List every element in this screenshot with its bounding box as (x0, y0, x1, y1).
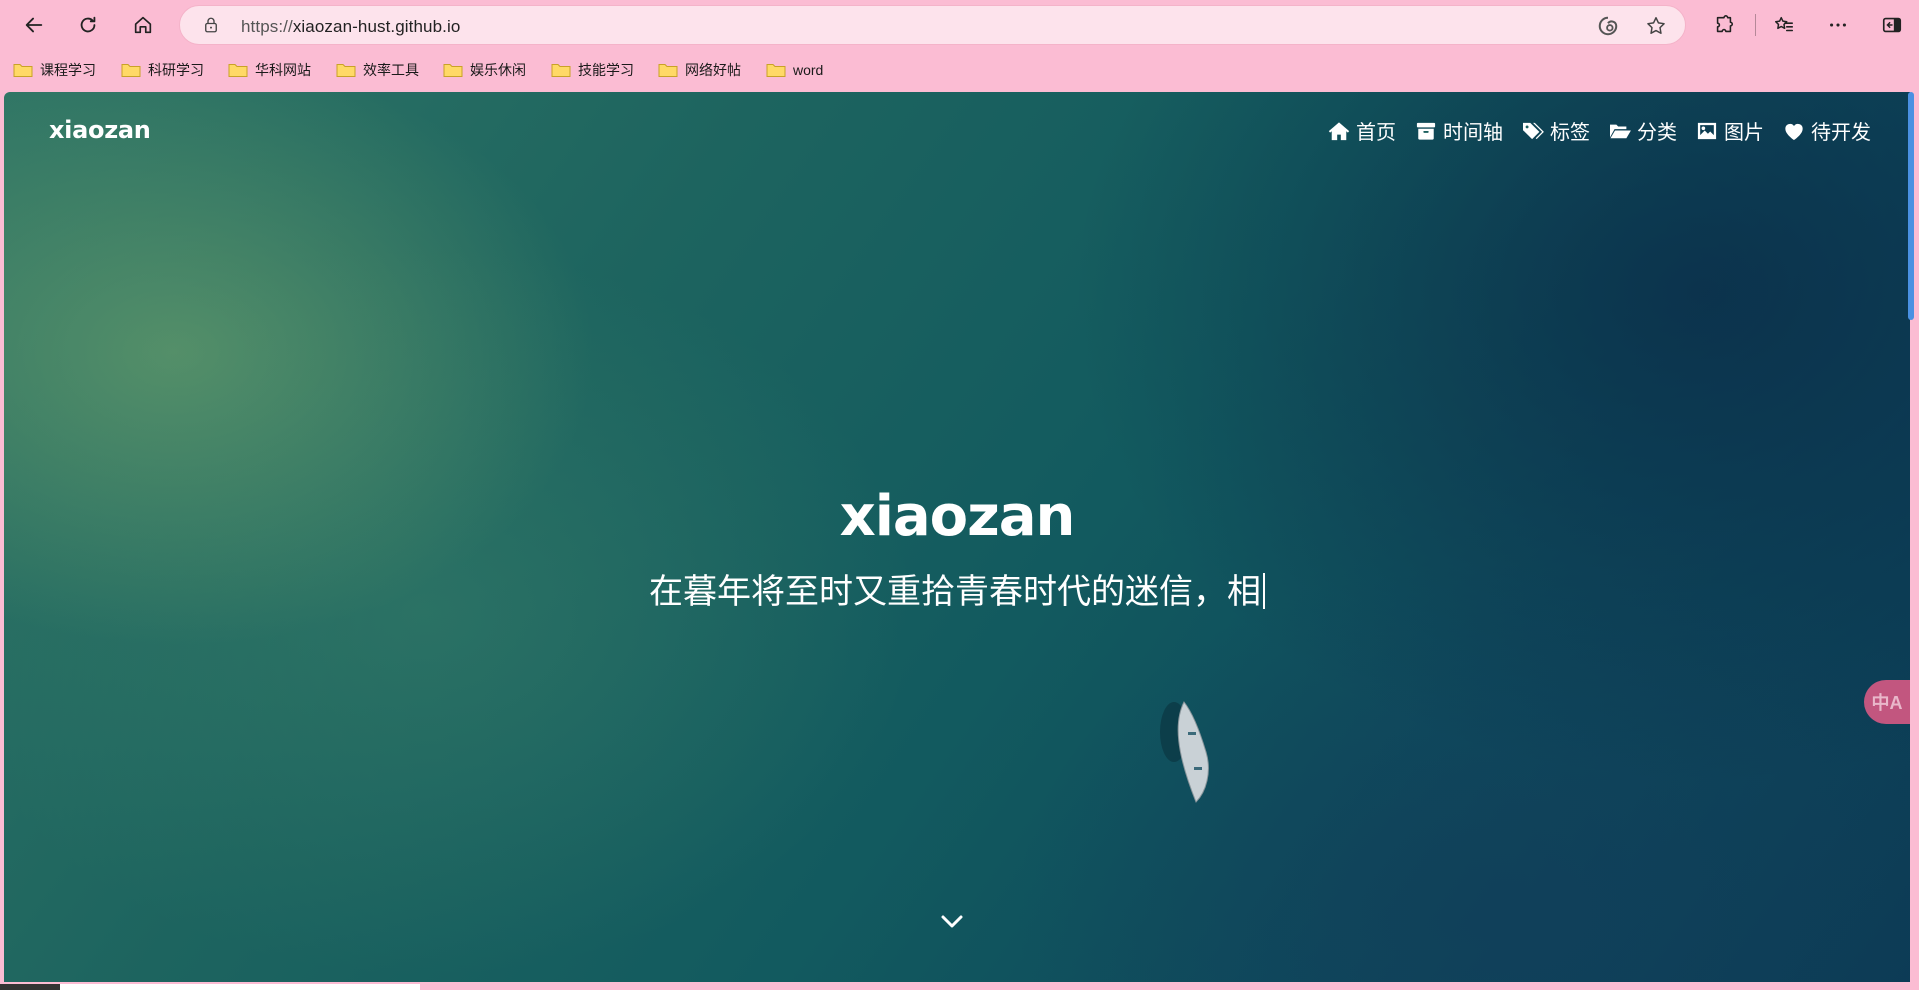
nav-label: 图片 (1724, 122, 1764, 144)
favorites-list-icon (1775, 16, 1794, 32)
sidebar-toggle-button[interactable] (1876, 9, 1908, 41)
bookmark-folder[interactable]: 效率工具 (336, 59, 419, 81)
bookmark-folder[interactable]: 课程学习 (13, 59, 96, 81)
favorites-button[interactable] (1768, 9, 1800, 41)
nav-label: 时间轴 (1443, 122, 1503, 144)
folder-icon (228, 64, 248, 77)
folder-icon (443, 64, 463, 77)
bookmark-folder[interactable]: 华科网站 (228, 59, 311, 81)
bottom-progress-strip (0, 982, 1919, 990)
back-arrow-icon (25, 17, 43, 33)
nav-label: 首页 (1356, 122, 1396, 144)
bookmark-folder[interactable]: word (766, 59, 823, 81)
address-bar[interactable]: https://xiaozan-hust.github.io (179, 5, 1686, 45)
nav-categories[interactable]: 分类 (1609, 116, 1677, 145)
copilot-icon[interactable] (1597, 15, 1619, 37)
bookmark-label: 科研学习 (148, 62, 204, 78)
bookmark-label: 华科网站 (255, 62, 311, 78)
nav-label: 分类 (1637, 122, 1677, 144)
heart-icon (1785, 123, 1803, 140)
typing-caret (1263, 573, 1265, 609)
hero-subtitle: 在暮年将至时又重拾青春时代的迷信，相 (4, 564, 1910, 613)
refresh-icon (80, 16, 96, 33)
folder-icon (551, 64, 571, 77)
puzzle-icon (1716, 15, 1734, 33)
bookmarks-bar: 课程学习 科研学习 华科网站 效率工具 娱乐休闲 技能学习 网络好帖 word (0, 50, 1919, 88)
archive-icon (1416, 122, 1436, 140)
back-button[interactable] (18, 9, 50, 41)
translate-button[interactable]: 中A (1864, 680, 1910, 724)
image-icon (1697, 122, 1717, 139)
lock-icon[interactable] (202, 16, 220, 34)
tags-icon (1523, 122, 1544, 139)
url-text[interactable]: https://xiaozan-hust.github.io (241, 17, 460, 37)
bookmark-label: 娱乐休闲 (470, 62, 526, 78)
home-button[interactable] (127, 9, 159, 41)
boat-image (1160, 701, 1209, 803)
folder-icon (121, 64, 141, 77)
folder-icon (336, 64, 356, 77)
bookmark-folder[interactable]: 科研学习 (121, 59, 204, 81)
nav-tags[interactable]: 标签 (1522, 116, 1590, 145)
bookmark-label: 课程学习 (40, 62, 96, 78)
page-scrollbar[interactable] (1908, 92, 1914, 320)
bookmark-label: word (793, 62, 824, 78)
nav-home[interactable]: 首页 (1328, 116, 1396, 145)
extensions-button[interactable] (1708, 9, 1740, 41)
sidebar-icon (1882, 17, 1902, 33)
bookmark-label: 技能学习 (578, 62, 634, 78)
bookmark-folder[interactable]: 技能学习 (551, 59, 634, 81)
scroll-down-chevron-icon[interactable] (940, 914, 964, 930)
bookmark-label: 效率工具 (363, 62, 419, 78)
home-outline-icon (134, 16, 152, 34)
folder-icon (658, 64, 678, 77)
site-nav: 首页 时间轴 标签 分类 图片 待开发 (1309, 116, 1871, 145)
bookmark-label: 网络好帖 (685, 62, 741, 78)
nav-timeline[interactable]: 时间轴 (1415, 116, 1503, 145)
site-brand[interactable]: xiaozan (49, 116, 151, 144)
favorite-star-icon[interactable] (1645, 15, 1667, 37)
strip-segment (0, 984, 60, 990)
browser-toolbar: https://xiaozan-hust.github.io (0, 0, 1919, 50)
bookmark-folder[interactable]: 网络好帖 (658, 59, 741, 81)
hero-title: xiaozan (839, 484, 1076, 549)
folder-icon (766, 64, 786, 77)
nav-label: 待开发 (1811, 122, 1871, 144)
hero-subtitle-text: 在暮年将至时又重拾青春时代的迷信，相 (649, 573, 1261, 611)
more-menu-button[interactable] (1822, 9, 1854, 41)
url-host: xiaozan-hust.github.io (292, 17, 461, 36)
folder-icon (13, 64, 33, 77)
bookmark-folder[interactable]: 娱乐休闲 (443, 59, 526, 81)
nav-todo[interactable]: 待开发 (1783, 116, 1871, 145)
nav-images[interactable]: 图片 (1696, 116, 1764, 145)
strip-segment (60, 984, 420, 990)
page-viewport: xiaozan 首页 时间轴 标签 分类 图片 待开发 xiaozan 在暮年将… (4, 92, 1910, 982)
refresh-button[interactable] (72, 9, 104, 41)
nav-label: 标签 (1550, 122, 1590, 144)
home-icon (1328, 121, 1350, 140)
folder-open-icon (1610, 124, 1631, 138)
url-scheme: https:// (241, 17, 293, 36)
translate-icon: 中A (1871, 693, 1903, 713)
toolbar-divider (1755, 14, 1756, 36)
ellipsis-icon (1830, 23, 1846, 27)
